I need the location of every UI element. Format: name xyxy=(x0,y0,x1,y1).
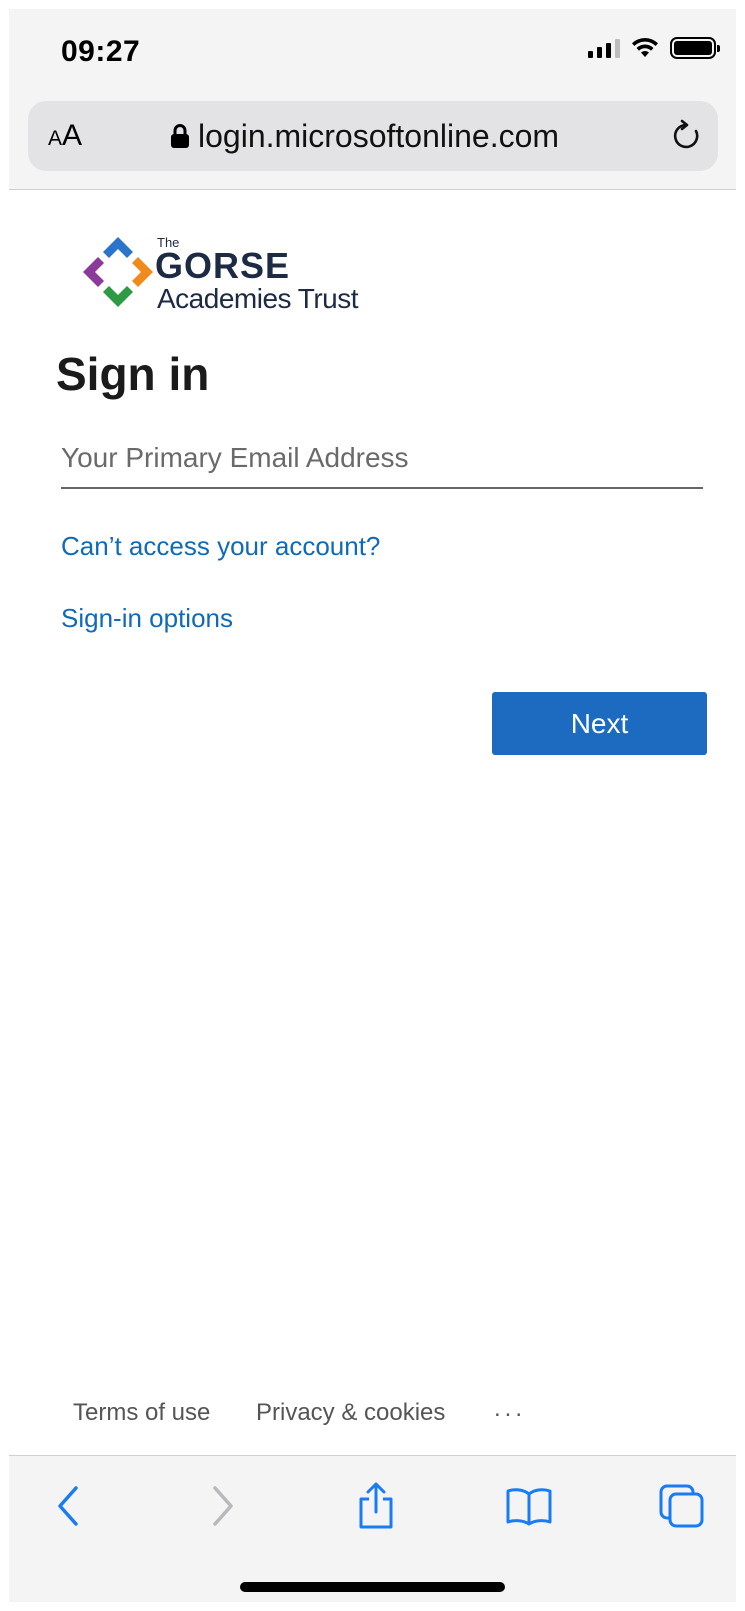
forward-icon xyxy=(213,1486,233,1526)
sign-in-options-link[interactable]: Sign-in options xyxy=(61,603,233,634)
cant-access-account-link[interactable]: Can’t access your account? xyxy=(61,531,380,562)
back-button[interactable] xyxy=(39,1476,99,1536)
status-time: 09:27 xyxy=(61,35,141,68)
gorse-logo-mark-icon xyxy=(83,237,153,307)
url-text[interactable]: login.microsoftonline.com xyxy=(198,117,559,155)
battery-icon xyxy=(670,37,720,59)
cellular-signal-icon xyxy=(588,38,620,58)
screen: 09:27 AA login.microsoftonline.com The G… xyxy=(9,9,736,1602)
reload-icon[interactable] xyxy=(670,119,704,153)
privacy-cookies-link[interactable]: Privacy & cookies xyxy=(256,1399,445,1427)
share-icon xyxy=(359,1482,393,1529)
status-icons xyxy=(588,37,720,59)
more-options-icon[interactable]: ... xyxy=(494,1395,526,1423)
page-title: Sign in xyxy=(56,348,210,400)
forward-button[interactable] xyxy=(192,1476,252,1536)
home-indicator[interactable] xyxy=(240,1582,505,1592)
share-button[interactable] xyxy=(346,1476,406,1536)
browser-bottom-toolbar xyxy=(9,1455,736,1602)
bookmarks-icon xyxy=(506,1488,552,1526)
terms-of-use-link[interactable]: Terms of use xyxy=(73,1399,210,1427)
browser-top-chrome: 09:27 AA login.microsoftonline.com xyxy=(9,9,736,190)
logo-name-text: GORSE xyxy=(155,245,291,286)
tabs-icon xyxy=(659,1484,704,1528)
lock-icon xyxy=(171,124,189,148)
wifi-icon xyxy=(632,37,658,57)
email-field[interactable] xyxy=(61,429,703,489)
footer: Terms of use Privacy & cookies ... xyxy=(9,1395,736,1439)
address-bar[interactable]: AA login.microsoftonline.com xyxy=(28,101,718,171)
logo-subtitle-text: Academies Trust xyxy=(157,283,359,314)
back-icon xyxy=(58,1486,78,1526)
bookmarks-button[interactable] xyxy=(499,1476,559,1536)
text-size-button[interactable]: AA xyxy=(48,119,82,156)
next-button[interactable]: Next xyxy=(492,692,707,755)
organization-logo: The GORSE Academies Trust xyxy=(81,235,371,315)
tabs-button[interactable] xyxy=(652,1476,712,1536)
